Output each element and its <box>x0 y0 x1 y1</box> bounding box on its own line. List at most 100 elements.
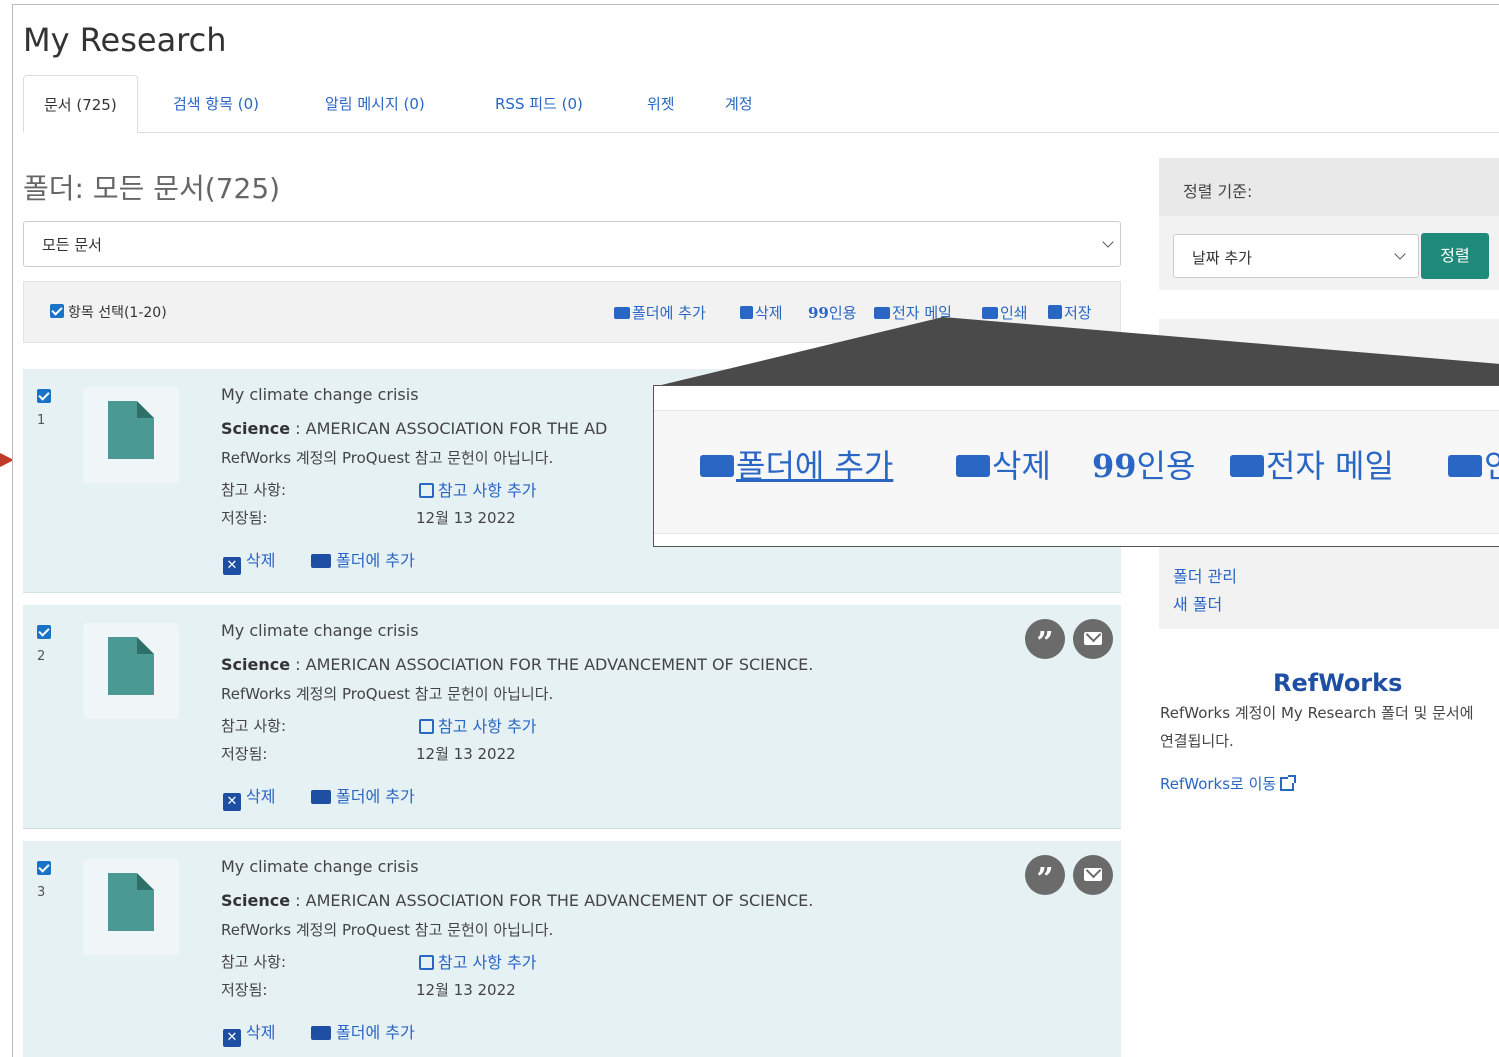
cite-button[interactable]: ” <box>1025 855 1065 897</box>
email-icon <box>1084 632 1102 645</box>
document-note: RefWorks 계정의 ProQuest 참고 문헌이 아닙니다. <box>221 921 554 939</box>
folder-add-icon <box>614 307 630 319</box>
delete-icon: ✕ <box>223 1029 241 1047</box>
email-button[interactable] <box>1073 619 1113 659</box>
folder-heading: 폴더: 모든 문서(725) <box>23 172 281 205</box>
add-note-link[interactable]: 참고 사항 추가 <box>419 713 537 737</box>
folder-icon <box>311 554 331 568</box>
add-to-folder-link[interactable]: 폴더에 추가 <box>311 547 415 571</box>
document-publication: Science : AMERICAN ASSOCIATION FOR THE A… <box>221 419 608 438</box>
select-items-label: 항목 선택(1-20) <box>68 305 167 321</box>
saved-label: 저장됨: <box>221 509 268 527</box>
sort-panel: 정렬 기준: 날짜 추가 정렬 <box>1159 158 1499 290</box>
sort-select-value: 날짜 추가 <box>1192 249 1252 267</box>
tab-rss-feeds[interactable]: RSS 피드 (0) <box>495 75 583 133</box>
delete-link[interactable]: ✕ 삭제 <box>223 783 275 811</box>
document-thumbnail[interactable] <box>83 859 179 955</box>
saved-date: 12월 13 2022 <box>416 509 516 527</box>
document-checkbox[interactable] <box>37 389 51 403</box>
refworks-link[interactable]: RefWorks로 이동 <box>1160 773 1297 794</box>
delete-icon: ✕ <box>223 793 241 811</box>
tab-documents[interactable]: 문서 (725) <box>23 75 138 133</box>
email-icon <box>1230 455 1264 477</box>
tab-widgets[interactable]: 위젯 <box>647 75 675 133</box>
document-publication: Science : AMERICAN ASSOCIATION FOR THE A… <box>221 655 814 674</box>
document-card: 2 My climate change crisis Science : AME… <box>23 605 1121 829</box>
folder-filter-value: 모든 문서 <box>42 236 102 254</box>
notes-label: 참고 사항: <box>221 717 287 735</box>
document-title[interactable]: My climate change crisis <box>221 621 419 640</box>
tab-bar: 문서 (725) 검색 항목 (0) 알림 메시지 (0) RSS 피드 (0)… <box>23 75 1499 133</box>
add-note-link[interactable]: 참고 사항 추가 <box>419 949 537 973</box>
document-icon <box>108 401 154 459</box>
email-button[interactable] <box>1073 855 1113 895</box>
zoom-callout-pointer <box>653 317 1499 387</box>
cite-button[interactable]: ” <box>1025 619 1065 661</box>
document-number: 2 <box>37 649 46 664</box>
zoom-email[interactable]: 전자 메일 <box>1230 441 1394 487</box>
folder-icon <box>311 1026 331 1040</box>
quote-icon: 99 <box>1092 447 1137 485</box>
document-thumbnail[interactable] <box>83 387 179 483</box>
zoom-add-to-folder[interactable]: 폴더에 추가 <box>700 441 893 487</box>
notes-label: 참고 사항: <box>221 481 287 499</box>
my-research-page: My Research 문서 (725) 검색 항목 (0) 알림 메시지 (0… <box>12 4 1499 1057</box>
zoom-print[interactable]: 인 <box>1448 441 1499 487</box>
document-number: 1 <box>37 413 46 428</box>
add-note-link[interactable]: 참고 사항 추가 <box>419 477 537 501</box>
zoom-cite[interactable]: 99인용 <box>1092 441 1195 487</box>
saved-date: 12월 13 2022 <box>416 745 516 763</box>
document-title[interactable]: My climate change crisis <box>221 385 419 404</box>
chevron-down-icon <box>1102 236 1114 248</box>
document-checkbox[interactable] <box>37 861 51 875</box>
document-title[interactable]: My climate change crisis <box>221 857 419 876</box>
delete-link[interactable]: ✕ 삭제 <box>223 1019 275 1047</box>
document-icon <box>108 873 154 931</box>
folder-add-icon <box>700 455 734 477</box>
note-icon <box>419 719 434 734</box>
document-thumbnail[interactable] <box>83 623 179 719</box>
sort-panel-header: 정렬 기준: <box>1159 158 1499 216</box>
print-icon <box>1448 455 1482 477</box>
document-note: RefWorks 계정의 ProQuest 참고 문헌이 아닙니다. <box>221 449 554 467</box>
zoom-delete[interactable]: 삭제 <box>956 441 1051 487</box>
quote-icon: ” <box>1036 626 1054 661</box>
document-note: RefWorks 계정의 ProQuest 참고 문헌이 아닙니다. <box>221 685 554 703</box>
note-icon <box>419 483 434 498</box>
sort-button[interactable]: 정렬 <box>1421 233 1489 279</box>
delete-icon <box>956 455 990 477</box>
manage-folders-link[interactable]: 폴더 관리 <box>1173 563 1237 587</box>
saved-date: 12월 13 2022 <box>416 981 516 999</box>
select-all-checkbox[interactable] <box>50 304 64 318</box>
document-fold <box>137 873 154 890</box>
external-link-icon <box>1280 775 1297 791</box>
document-fold <box>137 401 154 418</box>
tab-alerts[interactable]: 알림 메시지 (0) <box>325 75 425 133</box>
document-checkbox[interactable] <box>37 625 51 639</box>
sort-label: 정렬 기준: <box>1183 182 1253 201</box>
new-folder-link[interactable]: 새 폴더 <box>1173 591 1222 615</box>
refworks-description: RefWorks 계정이 My Research 폴더 및 문서에 연결됩니다. <box>1160 704 1474 750</box>
zoomed-toolbar-callout: 폴더에 추가 삭제 99인용 전자 메일 인 <box>653 385 1499 547</box>
document-number: 3 <box>37 885 46 900</box>
document-icon <box>108 637 154 695</box>
saved-label: 저장됨: <box>221 745 268 763</box>
sort-select[interactable]: 날짜 추가 <box>1173 234 1419 278</box>
document-fold <box>137 637 154 654</box>
chevron-down-icon <box>1394 248 1406 260</box>
add-to-folder-link[interactable]: 폴더에 추가 <box>311 783 415 807</box>
tab-account[interactable]: 계정 <box>725 75 753 133</box>
folder-filter-select[interactable]: 모든 문서 <box>23 221 1121 267</box>
add-to-folder-link[interactable]: 폴더에 추가 <box>311 1019 415 1043</box>
delete-icon: ✕ <box>223 557 241 575</box>
document-publication: Science : AMERICAN ASSOCIATION FOR THE A… <box>221 891 814 910</box>
document-card: 3 My climate change crisis Science : AME… <box>23 841 1121 1057</box>
notes-label: 참고 사항: <box>221 953 287 971</box>
saved-label: 저장됨: <box>221 981 268 999</box>
delete-link[interactable]: ✕ 삭제 <box>223 547 275 575</box>
folder-icon <box>311 790 331 804</box>
email-icon <box>1084 868 1102 881</box>
refworks-logo: RefWorks <box>1273 669 1403 697</box>
tab-searches[interactable]: 검색 항목 (0) <box>173 75 259 133</box>
quote-icon: ” <box>1036 862 1054 897</box>
